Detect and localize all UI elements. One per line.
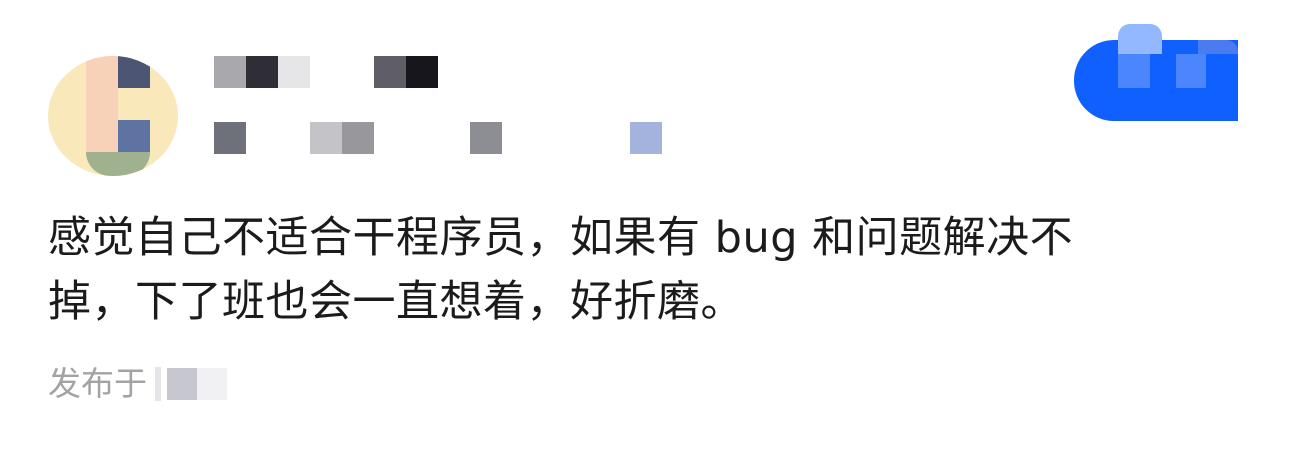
published-info: 发布于 [48, 362, 227, 406]
post-body: 感觉自己不适合干程序员，如果有 bug 和问题解决不 掉，下了班也会一直想着，好… [48, 206, 1198, 334]
published-label: 发布于 [48, 364, 147, 403]
author-meta-redacted [214, 122, 674, 154]
avatar[interactable] [48, 56, 182, 176]
post-body-line: 感觉自己不适合干程序员，如果有 bug 和问题解决不 [48, 213, 1074, 263]
avatar-image [48, 56, 178, 176]
follow-button-label: 关注 [1074, 40, 1075, 41]
published-location-redacted [155, 367, 227, 401]
follow-button[interactable]: 关注 [1074, 24, 1238, 121]
post-card: 关注 感觉自己不适合干程序员，如果有 bug 和问题解决不 掉，下了班也会一直想… [0, 0, 1290, 463]
author-name-redacted[interactable] [214, 56, 444, 90]
post-body-line: 掉，下了班也会一直想着，好折磨。 [48, 277, 744, 327]
